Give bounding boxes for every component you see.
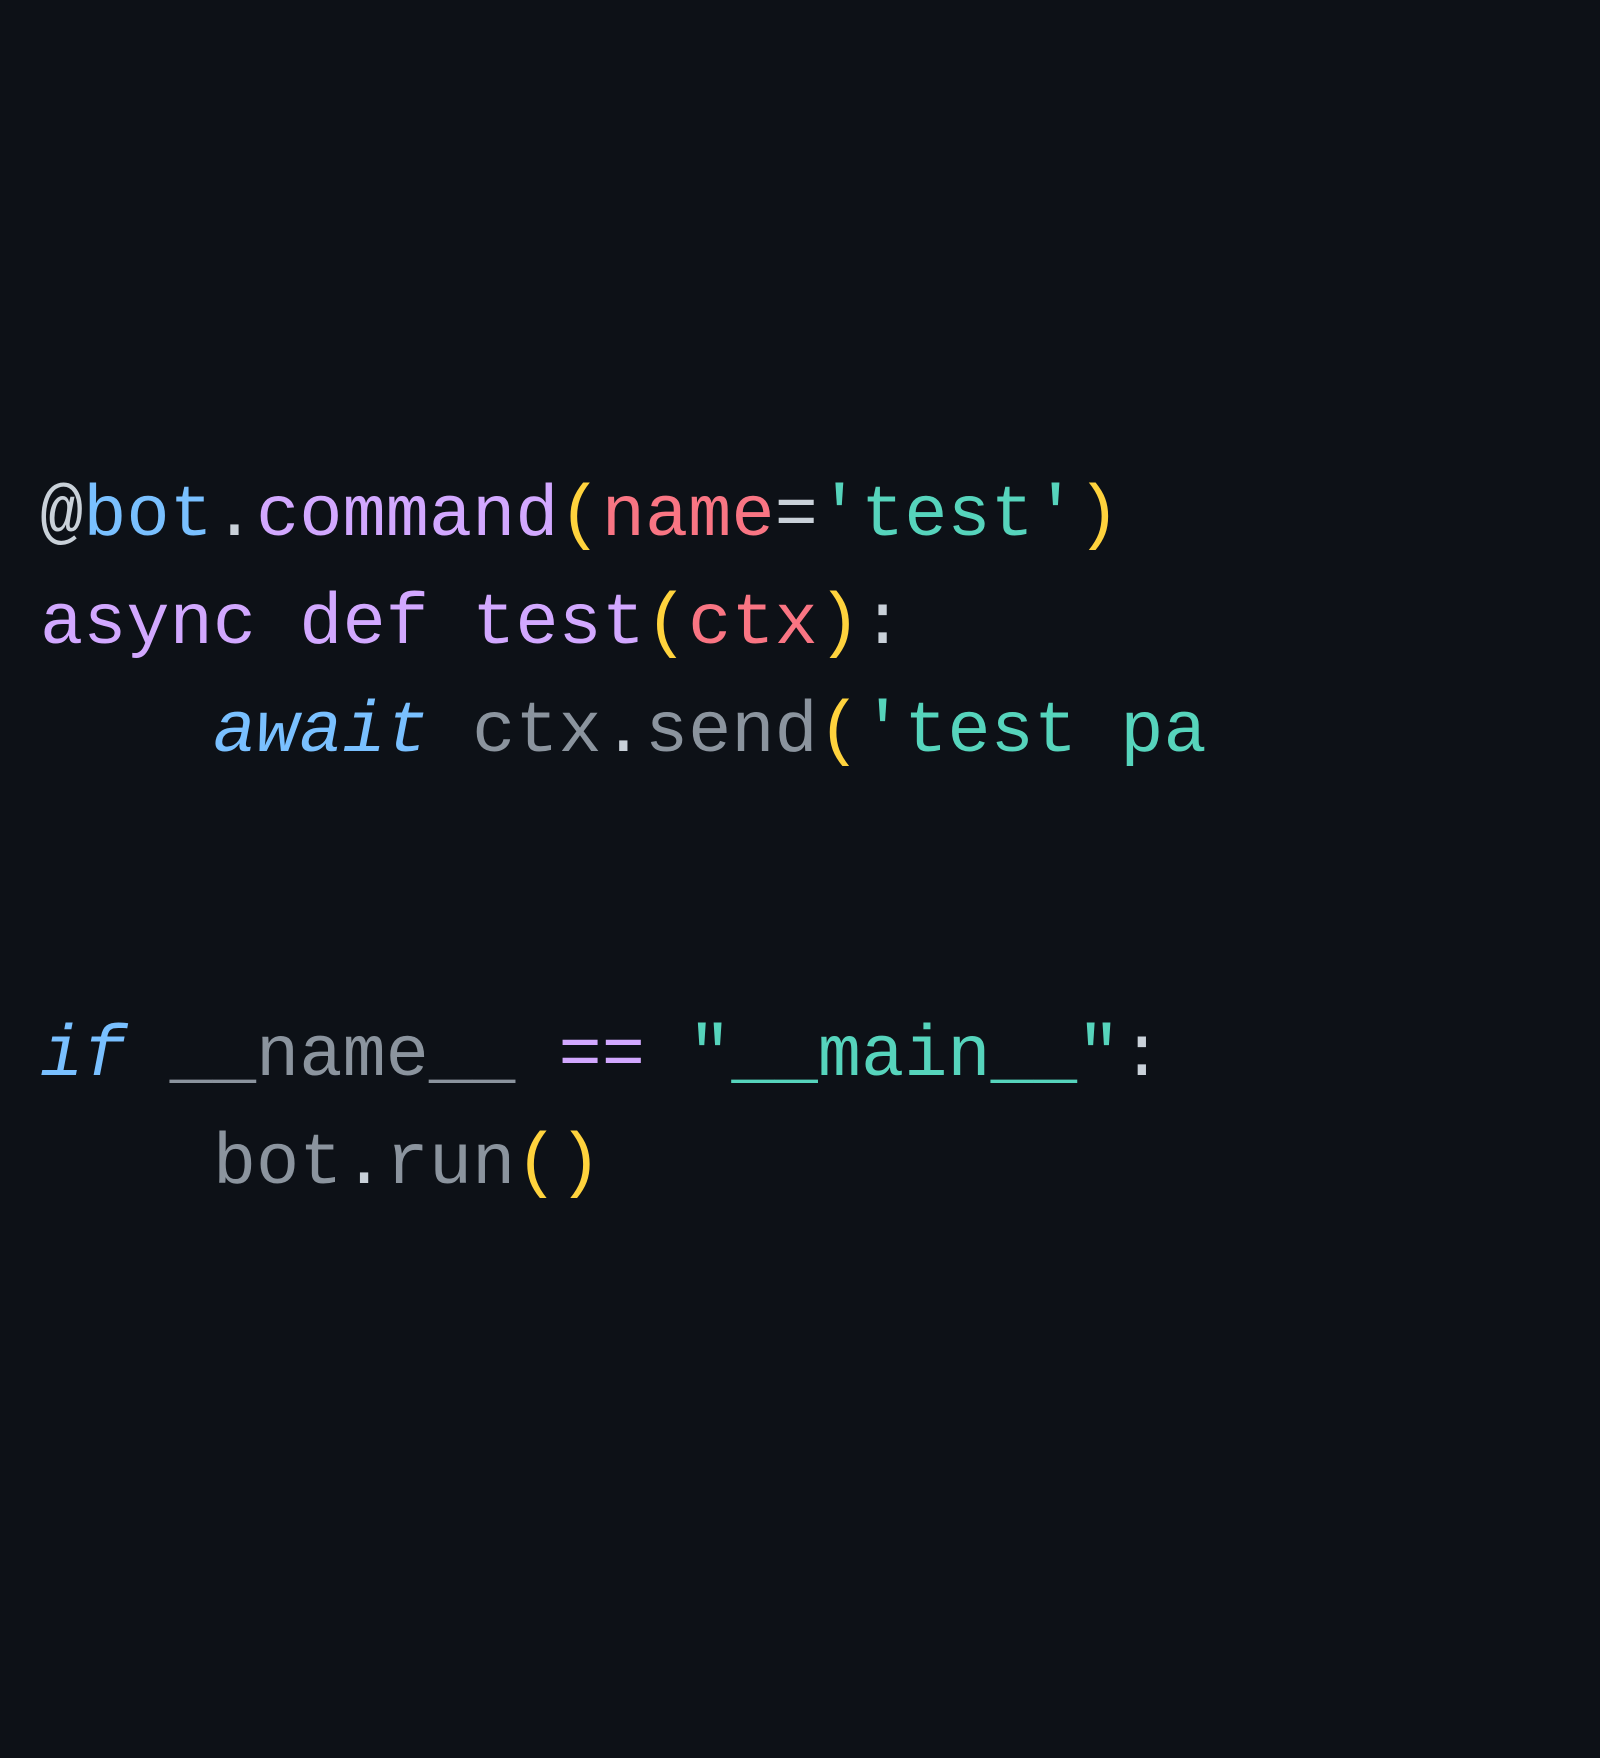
token-dot: . — [602, 691, 645, 773]
space — [429, 691, 472, 773]
code-line-4: if __name__ == "__main__": — [40, 1002, 1560, 1110]
token-quote: ' — [1034, 475, 1077, 557]
token-string-test: test — [861, 475, 1034, 557]
space — [429, 583, 472, 665]
space — [256, 583, 299, 665]
token-colon: : — [1120, 1015, 1163, 1097]
token-string-testpa: test pa — [904, 691, 1206, 773]
code-line-2: async def test(ctx): — [40, 570, 1560, 678]
space — [645, 1015, 688, 1097]
token-rparen: ) — [1077, 475, 1120, 557]
code-line-5: bot.run() — [40, 1110, 1560, 1218]
token-bot: bot — [213, 1123, 343, 1205]
token-quote: " — [688, 1015, 731, 1097]
token-eqeq: == — [559, 1015, 645, 1097]
space — [126, 1015, 169, 1097]
token-ctx: ctx — [472, 691, 602, 773]
token-command: command — [256, 475, 558, 557]
token-equals: = — [775, 475, 818, 557]
token-async: async — [40, 583, 256, 665]
token-lparen: ( — [818, 691, 861, 773]
token-funcname-test: test — [472, 583, 645, 665]
token-dot: . — [342, 1123, 385, 1205]
code-line-1: @bot.command(name='test') — [40, 462, 1560, 570]
token-def: def — [299, 583, 429, 665]
token-run: run — [386, 1123, 516, 1205]
token-quote: ' — [818, 475, 861, 557]
token-lparen: ( — [559, 475, 602, 557]
indent — [40, 1123, 213, 1205]
space — [515, 1015, 558, 1097]
token-rparen: ) — [559, 1123, 602, 1205]
code-line-empty — [40, 786, 1560, 894]
token-send: send — [645, 691, 818, 773]
token-dot: . — [213, 475, 256, 557]
token-string-main: __main__ — [731, 1015, 1077, 1097]
token-bot: bot — [83, 475, 213, 557]
token-lparen: ( — [645, 583, 688, 665]
token-dunder-name: __name__ — [170, 1015, 516, 1097]
token-ctx-param: ctx — [688, 583, 818, 665]
token-rparen: ) — [818, 583, 861, 665]
token-lparen: ( — [515, 1123, 558, 1205]
code-editor[interactable]: @bot.command(name='test')async def test(… — [40, 462, 1560, 1218]
token-if: if — [40, 1015, 126, 1097]
token-await: await — [213, 691, 429, 773]
code-line-empty — [40, 894, 1560, 1002]
token-quote: " — [1077, 1015, 1120, 1097]
token-colon: : — [861, 583, 904, 665]
decorator-at: @ — [40, 475, 83, 557]
code-line-3: await ctx.send('test pa — [40, 678, 1560, 786]
token-quote: ' — [861, 691, 904, 773]
token-name-param: name — [602, 475, 775, 557]
indent — [40, 691, 213, 773]
